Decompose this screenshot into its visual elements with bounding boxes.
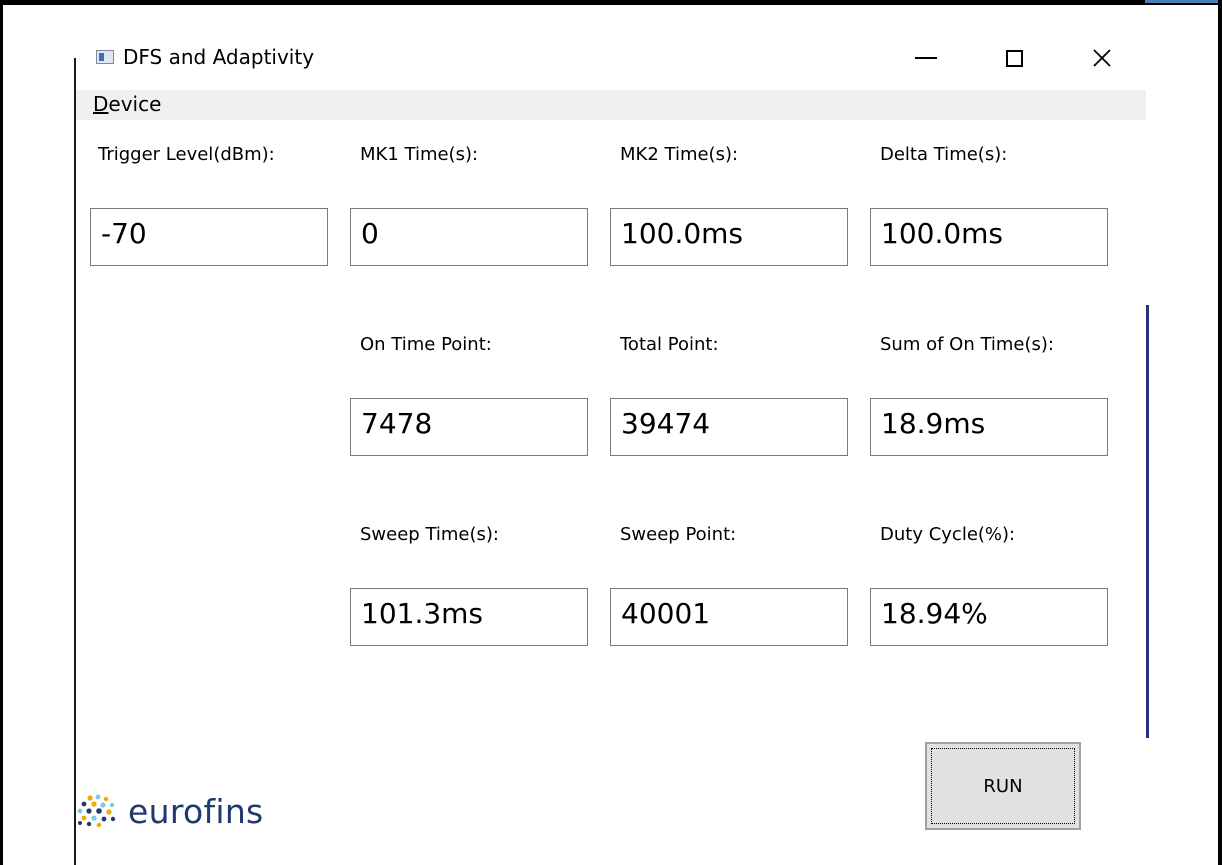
minimize-button[interactable] bbox=[896, 38, 956, 78]
maximize-button[interactable] bbox=[984, 38, 1044, 78]
mk1-time-field[interactable]: 0 bbox=[350, 208, 588, 266]
app-icon bbox=[96, 50, 114, 64]
duty-cycle-label: Duty Cycle(%): bbox=[880, 524, 1016, 545]
background-window-edge bbox=[1146, 305, 1149, 738]
screen-frame-right bbox=[1218, 0, 1222, 865]
trigger-level-value: -70 bbox=[101, 217, 147, 250]
maximize-icon bbox=[1005, 49, 1023, 67]
mk1-time-label: MK1 Time(s): bbox=[360, 144, 479, 165]
run-button[interactable]: RUN bbox=[925, 742, 1081, 830]
total-point-label: Total Point: bbox=[620, 334, 719, 355]
duty-cycle-field[interactable]: 18.94% bbox=[870, 588, 1108, 646]
on-time-point-field[interactable]: 7478 bbox=[350, 398, 588, 456]
delta-time-field[interactable]: 100.0ms bbox=[870, 208, 1108, 266]
background-window-highlight bbox=[1145, 0, 1222, 3]
window-title: DFS and Adaptivity bbox=[123, 45, 315, 69]
duty-cycle-value: 18.94% bbox=[881, 597, 988, 630]
title-bar[interactable]: DFS and Adaptivity bbox=[76, 26, 1146, 90]
run-button-label: RUN bbox=[983, 775, 1023, 797]
mk1-time-value: 0 bbox=[361, 217, 379, 250]
mk2-time-value: 100.0ms bbox=[621, 217, 744, 250]
minimize-icon bbox=[915, 57, 937, 59]
trigger-level-label: Trigger Level(dBm): bbox=[98, 144, 275, 165]
screen-frame-left bbox=[0, 0, 3, 865]
mk2-time-field[interactable]: 100.0ms bbox=[610, 208, 848, 266]
sweep-point-value: 40001 bbox=[621, 597, 711, 630]
close-icon bbox=[1093, 49, 1111, 67]
close-button[interactable] bbox=[1072, 38, 1132, 78]
sweep-point-field[interactable]: 40001 bbox=[610, 588, 848, 646]
delta-time-value: 100.0ms bbox=[881, 217, 1004, 250]
sweep-time-value: 101.3ms bbox=[361, 597, 484, 630]
delta-time-label: Delta Time(s): bbox=[880, 144, 1008, 165]
on-time-point-label: On Time Point: bbox=[360, 334, 492, 355]
total-point-field[interactable]: 39474 bbox=[610, 398, 848, 456]
trigger-level-input[interactable]: -70 bbox=[90, 208, 328, 266]
sum-on-time-value: 18.9ms bbox=[881, 407, 986, 440]
sweep-time-field[interactable]: 101.3ms bbox=[350, 588, 588, 646]
screen-frame-top bbox=[0, 0, 1222, 5]
total-point-value: 39474 bbox=[621, 407, 711, 440]
menu-device[interactable]: Device bbox=[93, 92, 161, 116]
sweep-point-label: Sweep Point: bbox=[620, 524, 737, 545]
menu-device-label: evice bbox=[108, 92, 162, 116]
eurofins-logo-text: eurofins bbox=[128, 791, 264, 831]
on-time-point-value: 7478 bbox=[361, 407, 433, 440]
sum-on-time-label: Sum of On Time(s): bbox=[880, 334, 1054, 355]
mk2-time-label: MK2 Time(s): bbox=[620, 144, 739, 165]
menu-device-accelerator: D bbox=[93, 92, 109, 116]
eurofins-dots-icon bbox=[77, 794, 116, 828]
eurofins-logo: eurofins bbox=[76, 788, 264, 834]
sweep-time-label: Sweep Time(s): bbox=[360, 524, 499, 545]
menu-bar: Device bbox=[76, 90, 1146, 120]
app-window: DFS and Adaptivity Device Trigger Level(… bbox=[76, 26, 1146, 865]
sum-on-time-field[interactable]: 18.9ms bbox=[870, 398, 1108, 456]
